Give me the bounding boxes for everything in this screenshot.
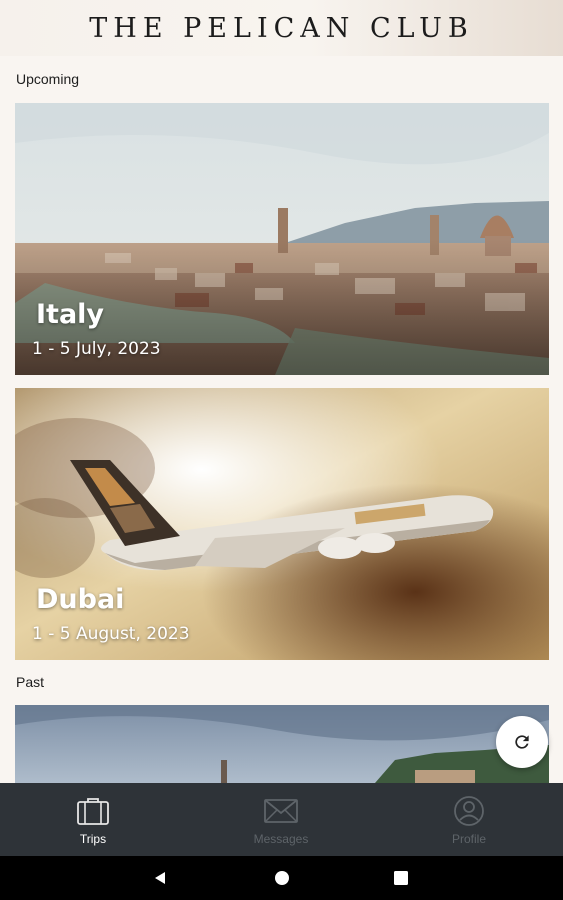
recents-button[interactable] — [381, 856, 421, 900]
trip-dates: 1 - 5 July, 2023 — [32, 339, 161, 359]
bottom-navigation: Trips Messages Profile — [0, 783, 563, 856]
system-navigation-bar — [0, 856, 563, 900]
nav-label-messages: Messages — [253, 832, 309, 846]
app-header: THE PELICAN CLUB — [0, 0, 563, 56]
home-button[interactable] — [262, 856, 302, 900]
trip-card-italy[interactable]: Italy 1 - 5 July, 2023 — [15, 103, 549, 375]
nav-tab-profile[interactable]: Profile — [409, 783, 529, 856]
refresh-button[interactable] — [496, 716, 548, 768]
section-label-upcoming: Upcoming — [16, 71, 80, 87]
recents-icon — [394, 871, 408, 885]
section-label-past: Past — [16, 674, 45, 690]
trip-destination: Italy — [36, 299, 105, 330]
nav-tab-messages[interactable]: Messages — [221, 783, 341, 856]
envelope-icon — [264, 799, 298, 823]
user-circle-icon — [454, 796, 484, 826]
back-icon — [155, 872, 165, 884]
trip-image-airplane — [15, 388, 549, 660]
trip-card-dubai[interactable]: Dubai 1 - 5 August, 2023 — [15, 388, 549, 660]
brand-logo: THE PELICAN CLUB — [89, 12, 474, 44]
home-icon — [275, 871, 289, 885]
back-button[interactable] — [140, 856, 180, 900]
trip-dates: 1 - 5 August, 2023 — [32, 624, 190, 644]
refresh-icon — [515, 735, 529, 749]
nav-label-profile: Profile — [451, 832, 486, 846]
trip-destination: Dubai — [36, 584, 125, 615]
trip-image-past — [15, 705, 549, 783]
suitcase-icon — [77, 798, 109, 825]
trip-image-florence — [15, 103, 549, 375]
nav-tab-trips[interactable]: Trips — [33, 783, 153, 856]
trip-card-past[interactable] — [15, 705, 549, 783]
nav-label-trips: Trips — [79, 832, 107, 846]
